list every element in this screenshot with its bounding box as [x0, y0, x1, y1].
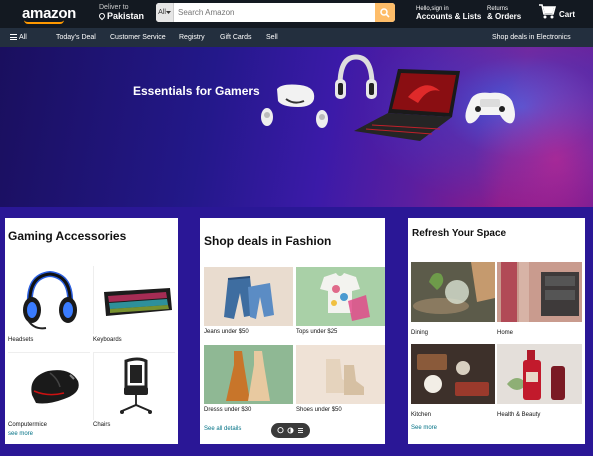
see-more-link[interactable]: See more [411, 425, 437, 431]
hero-products [261, 54, 515, 141]
nav-gift-cards[interactable]: Gift Cards [220, 34, 252, 41]
nav-sell[interactable]: Sell [266, 34, 278, 41]
top-nav: amazon Deliver to Pakistan All Hello,sig… [0, 0, 593, 28]
gaming-chair-icon [120, 357, 152, 414]
returns-orders[interactable]: Returns & Orders [487, 5, 521, 22]
item-label: Shoes under $50 [296, 407, 342, 413]
all-menu-label: All [19, 34, 27, 41]
headset-icon [23, 270, 77, 330]
search-input[interactable] [174, 3, 375, 22]
gaming-accessories-card: Gaming Accessories Headsets Keyboards Co… [5, 218, 178, 444]
fashion-tile-jeans[interactable] [204, 267, 293, 326]
jeans-icon [224, 276, 274, 319]
account-label: Accounts & Lists [416, 12, 482, 21]
vr-headset-icon [261, 84, 328, 128]
menu-icon[interactable] [297, 427, 304, 434]
logo-smile-icon [24, 20, 64, 24]
card-title: Shop deals in Fashion [204, 234, 332, 248]
home-tile-kitchen[interactable] [411, 344, 495, 404]
dress-icon [226, 351, 270, 401]
health-beauty-icon [497, 344, 582, 404]
item-label: Chairs [93, 422, 111, 428]
toggle-icon[interactable] [287, 427, 294, 434]
chat-icon[interactable] [277, 427, 284, 434]
card-title: Refresh Your Space [412, 228, 507, 239]
item-label: Jeans under $50 [204, 329, 249, 335]
floating-toolbar[interactable] [271, 423, 310, 438]
product-tile-keyboards[interactable] [93, 266, 175, 334]
item-label: Health & Beauty [497, 412, 541, 418]
hero-title: Essentials for Gamers [133, 84, 260, 98]
chevron-down-icon [165, 10, 171, 14]
shoes-icon [326, 359, 364, 395]
nav-registry[interactable]: Registry [179, 34, 205, 41]
computer-mouse-icon [31, 370, 79, 404]
hero-banner[interactable]: Essentials for Gamers [0, 47, 593, 207]
item-label: Dining [411, 330, 429, 336]
see-more-link[interactable]: see more [8, 431, 33, 437]
search-category-select[interactable]: All [156, 3, 174, 22]
item-label: Dresss under $30 [204, 407, 252, 413]
product-tile-headsets[interactable] [8, 266, 90, 334]
search-button[interactable] [375, 3, 395, 22]
search-bar: All [156, 3, 395, 22]
location-pin-icon [97, 11, 107, 21]
see-all-details-link[interactable]: See all details [204, 426, 241, 432]
deliver-country: Pakistan [107, 11, 145, 21]
home-decor-icon [497, 262, 582, 322]
refresh-space-card: Refresh Your Space Dining Home Kitchen H… [408, 218, 585, 444]
cart-icon [539, 4, 556, 19]
sub-nav: All Today's Deal Customer Service Regist… [0, 28, 593, 47]
cart-button[interactable]: Cart [539, 4, 575, 19]
product-tile-computermice[interactable] [8, 352, 90, 420]
fashion-tile-shoes[interactable] [296, 345, 385, 404]
item-label: Keyboards [93, 337, 122, 343]
card-title: Gaming Accessories [8, 229, 127, 243]
headphones-icon [335, 54, 377, 99]
home-tile-dining[interactable] [411, 262, 495, 322]
search-category-value: All [158, 9, 166, 16]
game-controller-icon [465, 92, 515, 124]
all-menu-button[interactable]: All [10, 34, 27, 41]
cart-label: Cart [559, 10, 576, 19]
nav-electronics-promo[interactable]: Shop deals in Electronics [492, 34, 571, 41]
hamburger-icon [10, 34, 17, 41]
tops-icon [320, 273, 370, 321]
item-label: Kitchen [411, 412, 432, 418]
search-icon [380, 7, 390, 18]
item-label: Headsets [8, 337, 34, 343]
orders-label: & Orders [487, 12, 522, 21]
deliver-to[interactable]: Deliver to Pakistan [97, 4, 145, 21]
keyboard-icon [104, 288, 172, 316]
fashion-deals-card: Shop deals in Fashion Jeans under $50 To… [200, 218, 385, 444]
dining-icon [411, 262, 495, 322]
fashion-tile-tops[interactable] [296, 267, 385, 326]
home-tile-health-beauty[interactable] [497, 344, 582, 404]
fashion-tile-dresses[interactable] [204, 345, 293, 404]
account-lists[interactable]: Hello,sign in Accounts & Lists [416, 5, 481, 22]
item-label: Home [497, 330, 514, 336]
nav-customer-service[interactable]: Customer Service [110, 34, 166, 41]
item-label: Tops under $25 [296, 329, 338, 335]
nav-todays-deal[interactable]: Today's Deal [56, 34, 96, 41]
item-label: Computermice [8, 422, 48, 428]
home-tile-home[interactable] [497, 262, 582, 322]
kitchen-icon [411, 344, 495, 404]
product-tile-chairs[interactable] [93, 352, 175, 420]
